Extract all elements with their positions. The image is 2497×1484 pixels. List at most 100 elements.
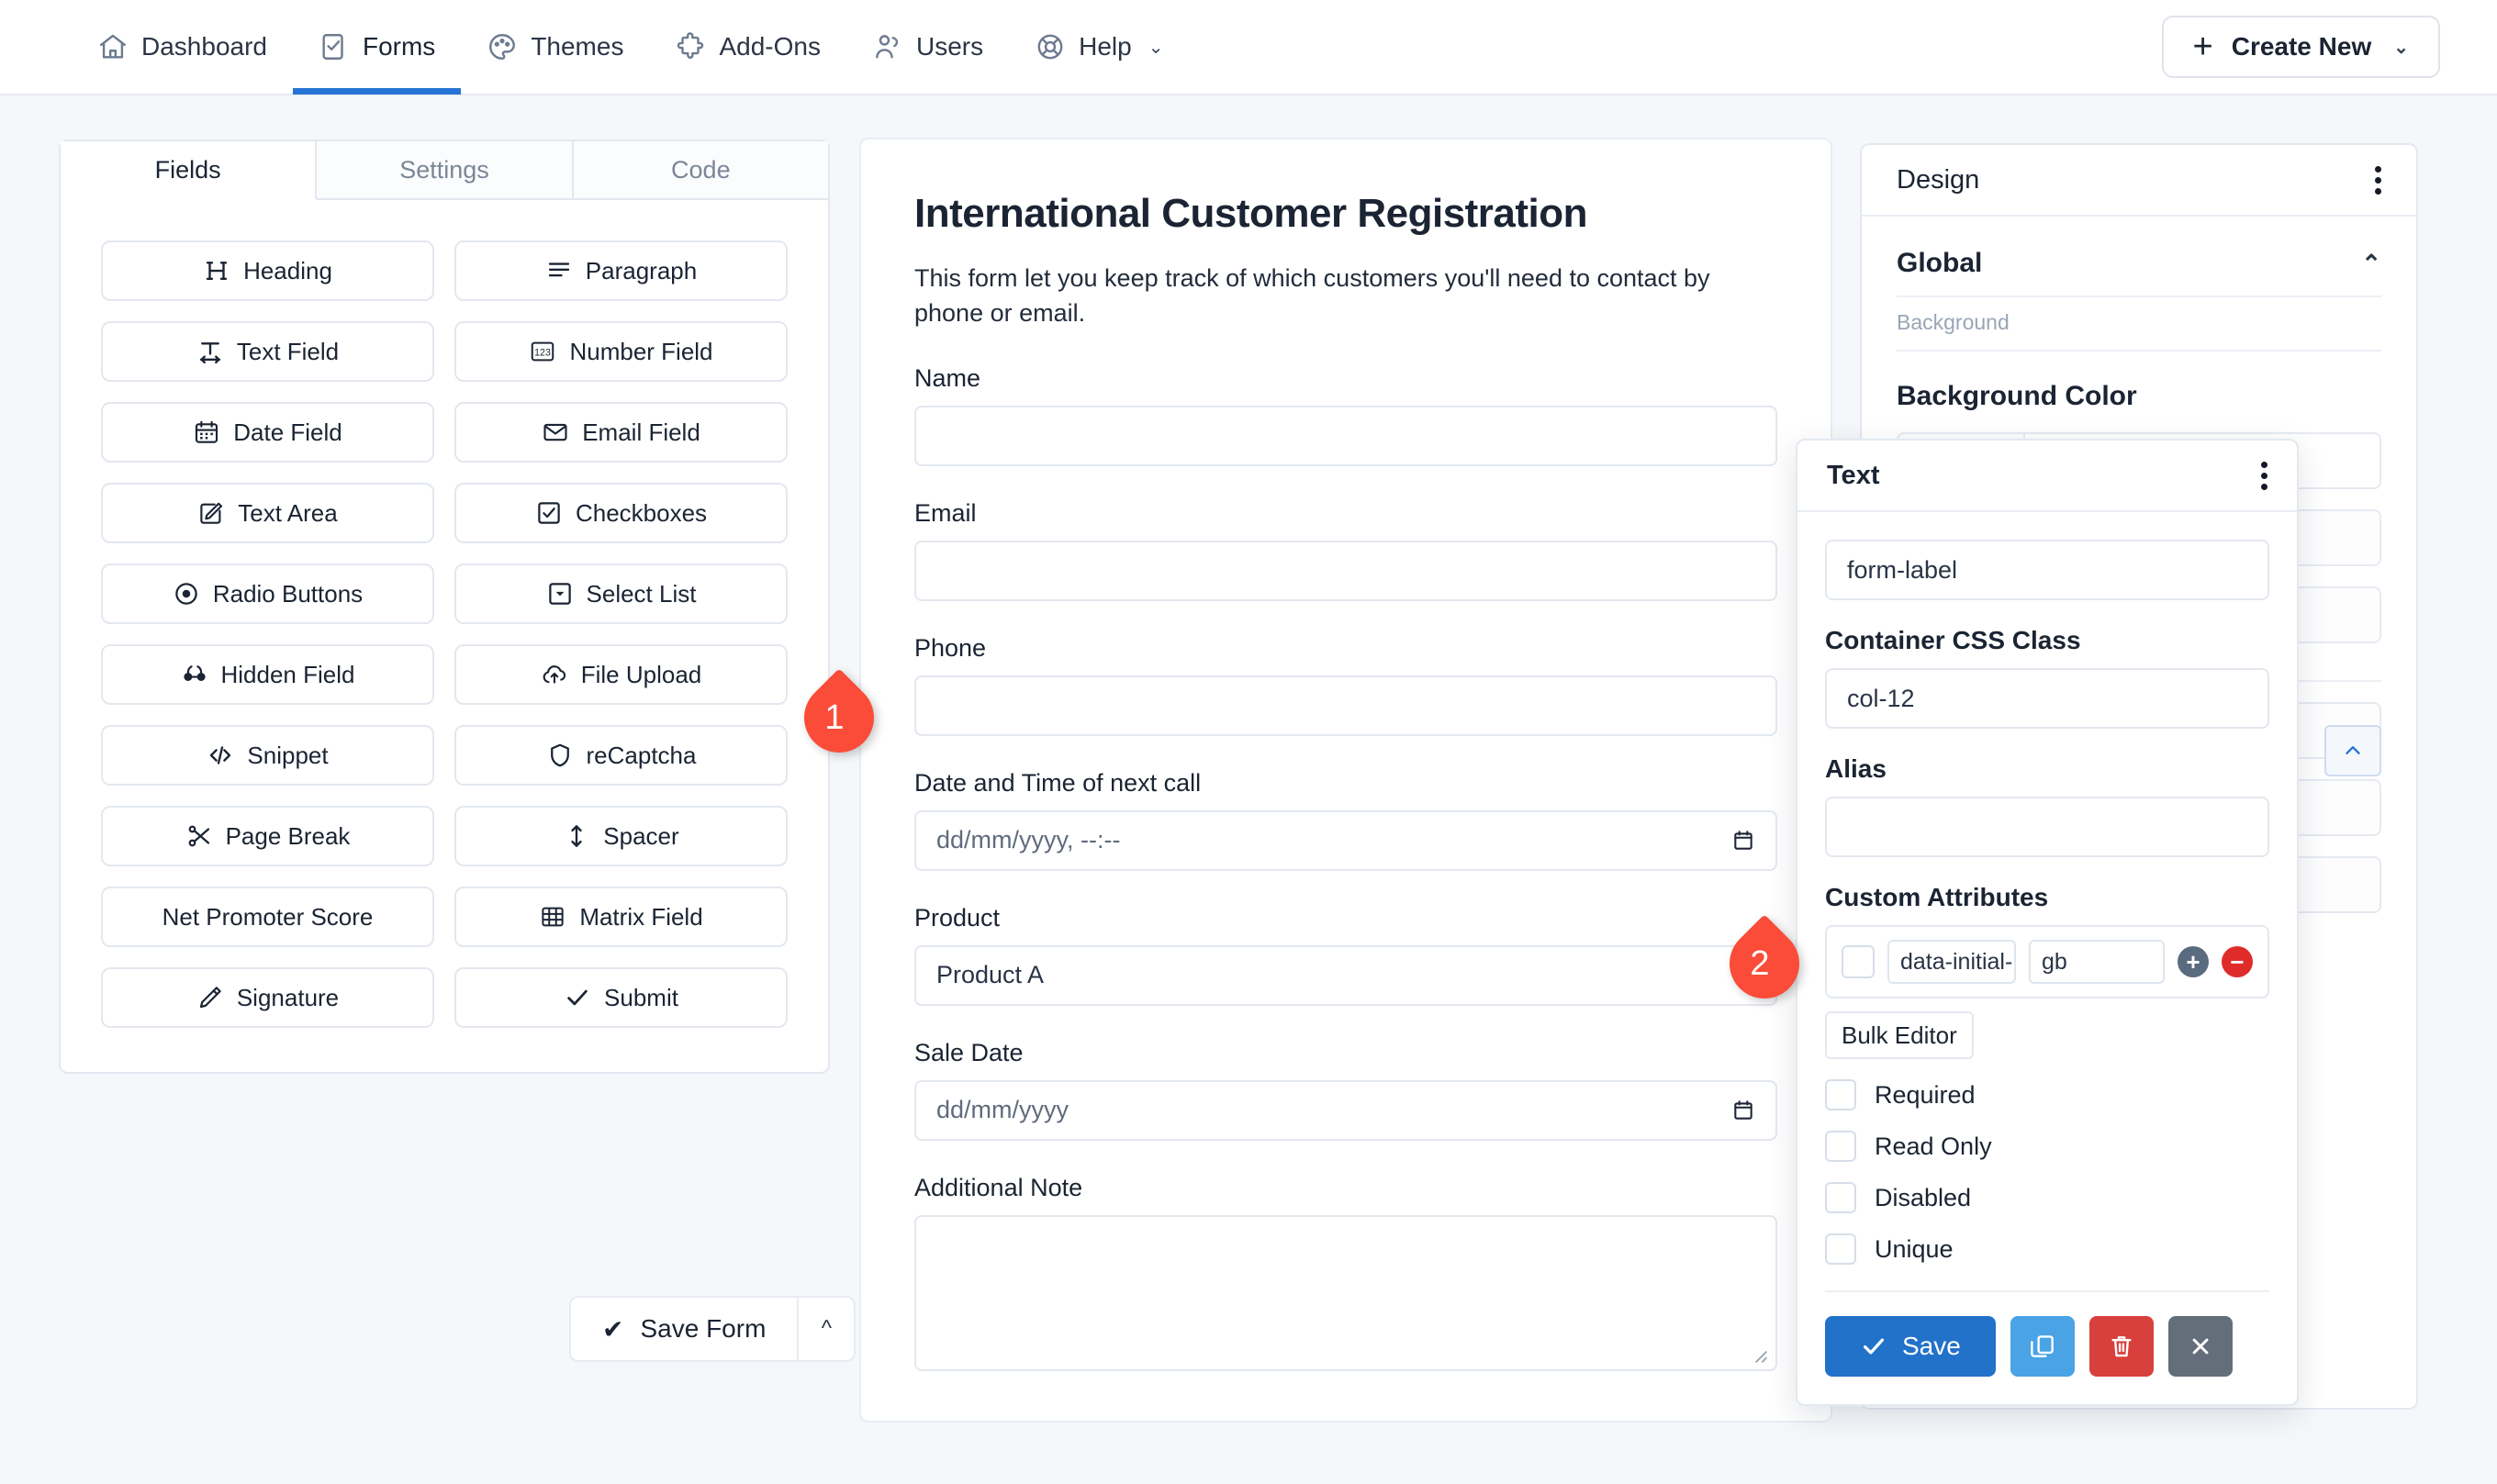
product-input[interactable]: Product A (914, 945, 1777, 1006)
field-button-matrix-field[interactable]: Matrix Field (454, 887, 788, 947)
name-input[interactable] (914, 406, 1777, 466)
toggle-unique[interactable]: Unique (1825, 1233, 2269, 1265)
nav-item-forms[interactable]: Forms (293, 0, 461, 95)
delete-button[interactable] (2089, 1316, 2154, 1377)
field-button-text-area[interactable]: Text Area (101, 483, 434, 543)
users-icon (872, 31, 903, 62)
save-form-dropdown-toggle[interactable]: ^ (799, 1296, 856, 1362)
save-button[interactable]: Save (1825, 1316, 1996, 1377)
checkbox-icon[interactable] (1825, 1233, 1856, 1265)
plus-circle-icon[interactable]: + (2178, 946, 2209, 977)
nav-item-users[interactable]: Users (846, 0, 1009, 95)
design-section-global[interactable]: Global ⌃ (1897, 248, 2381, 297)
field-button-label: Select List (587, 580, 697, 608)
nav-item-dashboard[interactable]: Dashboard (72, 0, 293, 95)
tab-fields[interactable]: Fields (61, 141, 317, 200)
panel-tabs: Fields Settings Code (61, 141, 828, 200)
nav-item-label: Help (1079, 32, 1132, 61)
calendar-icon[interactable] (1731, 1097, 1755, 1124)
copy-icon (2029, 1333, 2056, 1360)
duplicate-button[interactable] (2010, 1316, 2075, 1377)
field-button-heading[interactable]: Heading (101, 240, 434, 301)
field-button-net-promoter-score[interactable]: Net Promoter Score (101, 887, 434, 947)
text-area-icon (197, 499, 225, 527)
container-css-class-input[interactable]: col-12 (1825, 668, 2269, 729)
alias-input[interactable] (1825, 797, 2269, 857)
field-button-date-field[interactable]: Date Field (101, 402, 434, 463)
additional-note-textarea[interactable] (914, 1215, 1777, 1371)
toggle-disabled[interactable]: Disabled (1825, 1182, 2269, 1213)
css-class-input[interactable]: form-label (1825, 540, 2269, 600)
tab-code[interactable]: Code (574, 141, 828, 198)
field-button-recaptcha[interactable]: reCaptcha (454, 725, 788, 786)
tab-settings[interactable]: Settings (317, 141, 573, 198)
kebab-menu-icon[interactable] (2261, 462, 2267, 490)
next-call-datetime-input[interactable]: dd/mm/yyyy, --:-- (914, 810, 1777, 871)
container-css-class-value: col-12 (1847, 685, 1915, 713)
custom-attribute-key-input[interactable]: data-initial- (1887, 940, 2016, 984)
form-description: This form let you keep track of which cu… (914, 261, 1777, 331)
field-button-page-break[interactable]: Page Break (101, 806, 434, 866)
nav-item-help[interactable]: Help ⌄ (1009, 0, 1189, 95)
paragraph-icon (545, 257, 573, 285)
nav-item-label: Forms (363, 32, 435, 61)
design-section-collapse-toggle[interactable] (2324, 725, 2381, 776)
calendar-icon[interactable] (1731, 827, 1755, 854)
field-button-label: Hidden Field (221, 661, 355, 689)
nav-item-addons[interactable]: Add-Ons (649, 0, 846, 95)
field-button-text-field[interactable]: Text Field (101, 321, 434, 382)
field-button-select-list[interactable]: Select List (454, 563, 788, 624)
field-label-next-call: Date and Time of next call (914, 769, 1777, 798)
toggle-read-only[interactable]: Read Only (1825, 1131, 2269, 1162)
chevron-up-icon[interactable] (2324, 725, 2381, 776)
field-button-hidden-field[interactable]: Hidden Field (101, 644, 434, 705)
nav-item-label: Users (916, 32, 983, 61)
code-icon (207, 742, 234, 769)
field-button-file-upload[interactable]: File Upload (454, 644, 788, 705)
sale-date-placeholder: dd/mm/yyyy (936, 1096, 1069, 1124)
checkbox-icon (535, 499, 563, 527)
container-css-class-label: Container CSS Class (1825, 626, 2269, 655)
nav-item-themes[interactable]: Themes (461, 0, 649, 95)
field-button-paragraph[interactable]: Paragraph (454, 240, 788, 301)
email-input[interactable] (914, 541, 1777, 601)
text-field-settings-popup: Text form-label Container CSS Class col-… (1796, 439, 2299, 1406)
field-button-submit[interactable]: Submit (454, 967, 788, 1028)
custom-attribute-value-input[interactable]: gb (2029, 940, 2165, 984)
home-icon (97, 31, 129, 62)
svg-text:123: 123 (535, 347, 552, 358)
field-button-radio-buttons[interactable]: Radio Buttons (101, 563, 434, 624)
custom-attribute-checkbox[interactable] (1842, 945, 1875, 978)
grid-icon (539, 903, 566, 931)
field-button-snippet[interactable]: Snippet (101, 725, 434, 786)
resize-grip-icon[interactable] (1750, 1345, 1770, 1366)
design-panel-title: Design (1897, 165, 1979, 195)
field-button-label: Paragraph (586, 257, 697, 285)
phone-input[interactable] (914, 675, 1777, 736)
field-button-checkboxes[interactable]: Checkboxes (454, 483, 788, 543)
page-title: International Customer Registration (914, 191, 1777, 237)
sale-date-input[interactable]: dd/mm/yyyy (914, 1080, 1777, 1141)
toggle-required[interactable]: Required (1825, 1079, 2269, 1110)
forms-check-icon (319, 31, 350, 62)
plus-icon: + (2193, 29, 2213, 64)
popup-title: Text (1827, 461, 1879, 491)
field-button-spacer[interactable]: Spacer (454, 806, 788, 866)
field-button-label: Matrix Field (579, 903, 702, 932)
next-call-placeholder: dd/mm/yyyy, --:-- (936, 826, 1120, 854)
checkbox-icon[interactable] (1825, 1182, 1856, 1213)
create-new-button[interactable]: + Create New ⌄ (2162, 16, 2440, 78)
checkbox-icon[interactable] (1825, 1131, 1856, 1162)
kebab-menu-icon[interactable] (2375, 166, 2381, 195)
field-button-number-field[interactable]: 123 Number Field (454, 321, 788, 382)
field-button-signature[interactable]: Signature (101, 967, 434, 1028)
checkbox-icon[interactable] (1825, 1079, 1856, 1110)
close-icon (2187, 1333, 2214, 1360)
bulk-editor-button[interactable]: Bulk Editor (1825, 1011, 1974, 1059)
field-button-label: Snippet (247, 742, 328, 770)
field-button-email-field[interactable]: Email Field (454, 402, 788, 463)
save-form-button[interactable]: ✔ Save Form (569, 1296, 799, 1362)
close-button[interactable] (2168, 1316, 2233, 1377)
field-label-name: Name (914, 364, 1777, 393)
minus-circle-icon[interactable]: − (2222, 946, 2253, 977)
